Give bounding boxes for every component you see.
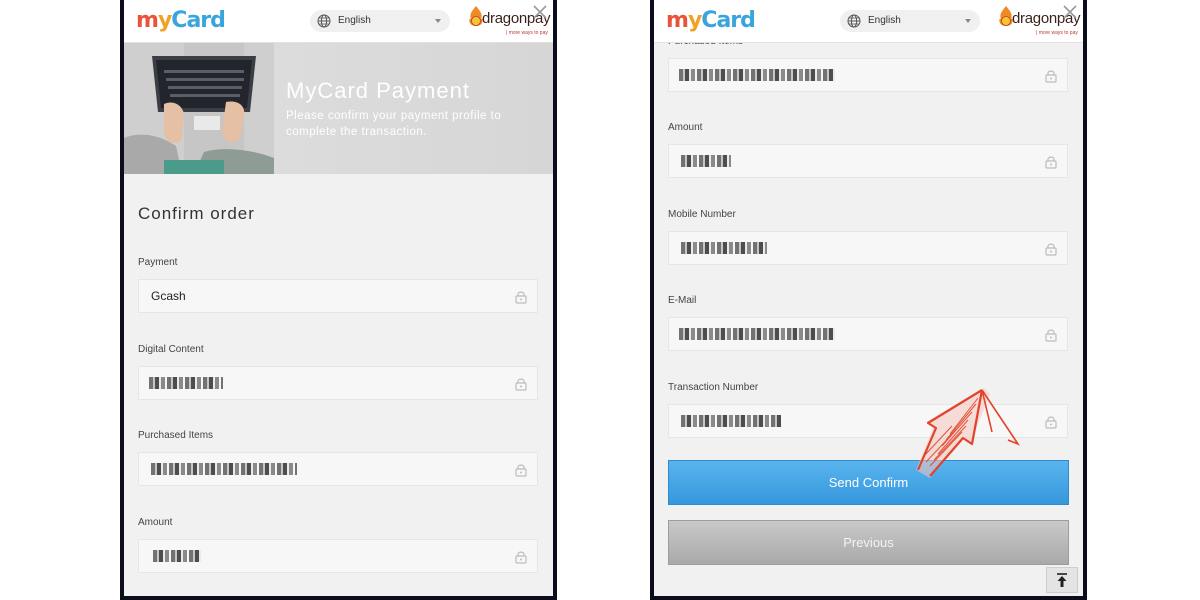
globe-icon [317,14,331,28]
mobile-number-label: Mobile Number [668,209,736,220]
lock-icon [515,291,527,304]
dragonpay-tagline: | more ways to pay [506,30,548,36]
redacted-value [149,377,223,389]
email-field [668,317,1068,351]
laptop-hands-photo [124,42,274,174]
globe-icon [847,14,861,28]
lock-icon [1045,243,1057,256]
purchased-items-field [668,58,1068,92]
hero-title: MyCard Payment [286,78,470,103]
chevron-down-icon [435,19,441,23]
redacted-value [681,155,731,167]
payment-value: Gcash [151,289,186,303]
annotation-arrow-icon [916,388,1021,478]
email-label: E-Mail [668,295,697,306]
amount-label: Amount [668,122,703,133]
purchased-items-field [138,452,538,486]
language-label: English [868,15,901,26]
redacted-value [681,242,767,254]
lock-icon [515,464,527,477]
dragonpay-tagline: | more ways to pay [1036,30,1078,36]
arrow-up-to-line-icon [1057,573,1067,587]
mobile-number-field [668,231,1068,265]
language-label: English [338,15,371,26]
hero-subtitle: Please confirm your payment profile to c… [286,110,502,138]
back-to-top-button[interactable] [1046,567,1078,593]
language-selector[interactable]: English [310,10,450,32]
lock-icon [1045,156,1057,169]
amount-field [668,144,1068,178]
redacted-value [679,328,835,340]
top-bar: myCard English dragonpay | more ways to … [124,0,553,43]
transaction-number-label: Transaction Number [668,382,759,393]
amount-label: Amount [138,517,173,528]
redacted-value [151,463,297,475]
mycard-logo: myCard [666,8,756,33]
lock-icon [515,378,527,391]
digital-content-field [138,366,538,400]
top-bar: myCard English dragonpay | more ways to … [654,0,1083,43]
payment-field: Gcash [138,279,538,313]
payment-window-step1: myCard English dragonpay | more ways to … [120,0,557,600]
lock-icon [1045,416,1057,429]
lock-icon [1045,70,1057,83]
chevron-down-icon [965,19,971,23]
payment-window-step2: myCard English dragonpay | more ways to … [650,0,1087,600]
hero-banner: MyCard Payment Please confirm your payme… [124,42,553,174]
mycard-logo: myCard [136,8,226,33]
purchased-items-label: Purchased Items [138,430,214,441]
payment-label: Payment [138,257,178,268]
previous-button[interactable]: Previous [668,520,1069,565]
redacted-value [679,69,835,81]
amount-field [138,539,538,573]
close-icon[interactable] [532,4,548,20]
redacted-value [681,415,781,427]
confirm-order-heading: Confirm order [138,204,255,223]
close-icon[interactable] [1062,4,1078,20]
digital-content-label: Digital Content [138,344,204,355]
lock-icon [515,551,527,564]
lock-icon [1045,329,1057,342]
language-selector[interactable]: English [840,10,980,32]
redacted-value [153,550,201,562]
